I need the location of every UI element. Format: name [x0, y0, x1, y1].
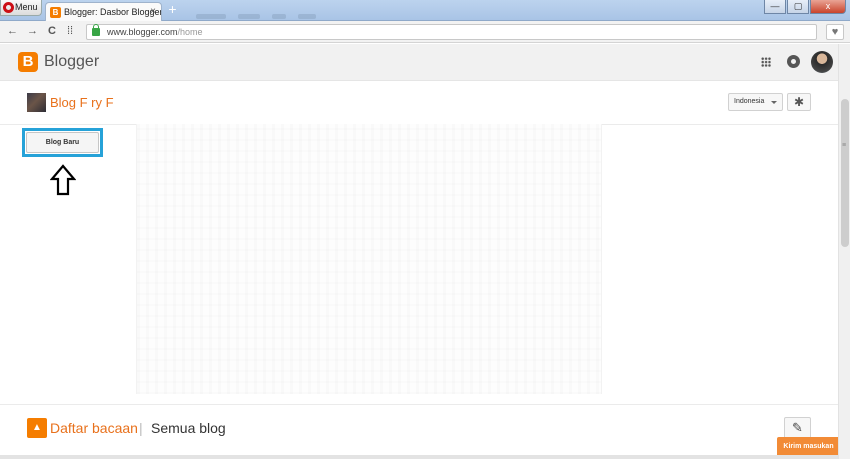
maximize-button[interactable]: ▢: [787, 0, 809, 14]
browser-menu-button[interactable]: Menu: [0, 0, 42, 16]
pencil-icon[interactable]: ✎: [784, 417, 811, 439]
blogger-favicon-icon: B: [50, 7, 61, 18]
blog-title[interactable]: Blog F ry F: [50, 94, 114, 111]
lock-icon: [92, 24, 100, 36]
url-host: www.blogger.com: [107, 27, 178, 37]
browser-menu-label: Menu: [15, 2, 38, 12]
window-controls: — ▢ x: [764, 0, 846, 14]
tab-title: Blogger: Dasbor Blogger: [64, 7, 162, 17]
notifications-icon[interactable]: [787, 55, 800, 68]
heart-icon[interactable]: ♥: [826, 24, 844, 40]
back-arrow-icon[interactable]: ←: [7, 24, 18, 38]
language-value: Indonesia: [734, 98, 765, 105]
dropdown-caret-icon: [771, 101, 777, 104]
scrollbar-thumb[interactable]: [841, 99, 849, 247]
opera-logo-icon: [3, 2, 14, 13]
reload-icon[interactable]: C: [48, 24, 56, 38]
send-feedback-button[interactable]: Kirim masukan: [777, 437, 840, 456]
forward-arrow-icon[interactable]: →: [27, 24, 38, 38]
app-header: B Blogger: [0, 44, 838, 81]
speed-dial-icon[interactable]: ⁞⁞: [67, 24, 73, 38]
account-avatar[interactable]: [811, 51, 833, 73]
all-blogs-link[interactable]: Semua blog: [151, 419, 226, 437]
collapse-arrow-icon[interactable]: ▲: [27, 418, 47, 438]
tab-blogger-dashboard[interactable]: B Blogger: Dasbor Blogger ×: [45, 2, 162, 21]
new-tab-button[interactable]: +: [166, 2, 179, 16]
blurred-content-panel: [136, 124, 602, 394]
minimize-button[interactable]: —: [764, 0, 786, 14]
page-scrollbar[interactable]: ≡: [838, 44, 850, 459]
tab-close-icon[interactable]: ×: [150, 3, 156, 21]
language-select[interactable]: Indonesia: [728, 93, 783, 111]
blog-selector-row: Blog F ry F Indonesia ✱: [0, 81, 838, 125]
gear-icon[interactable]: ✱: [787, 93, 811, 111]
url-input[interactable]: www.blogger.com/home: [86, 24, 817, 40]
scrollbar-grip-icon: ≡: [842, 142, 847, 149]
new-blog-button[interactable]: Blog Baru: [26, 132, 99, 153]
url-path: /home: [177, 27, 203, 37]
browser-titlebar: Menu B Blogger: Dasbor Blogger × + — ▢ x: [0, 0, 850, 21]
close-window-button[interactable]: x: [810, 0, 846, 14]
apps-grid-icon[interactable]: [761, 57, 771, 67]
bottom-strip: [0, 455, 838, 459]
blog-avatar[interactable]: [27, 93, 46, 112]
separator: |: [139, 420, 143, 436]
blogger-logo-icon[interactable]: B: [18, 52, 38, 72]
brand-name[interactable]: Blogger: [44, 52, 99, 72]
reading-list-title[interactable]: Daftar bacaan: [50, 419, 138, 437]
address-bar: ← → C ⁞⁞ www.blogger.com/home ♥: [0, 21, 850, 43]
blurred-bookmarks: [196, 6, 356, 19]
reading-list-row: ▲ Daftar bacaan | Semua blog ✎: [0, 404, 838, 450]
up-arrow-annotation-icon: [50, 164, 76, 196]
